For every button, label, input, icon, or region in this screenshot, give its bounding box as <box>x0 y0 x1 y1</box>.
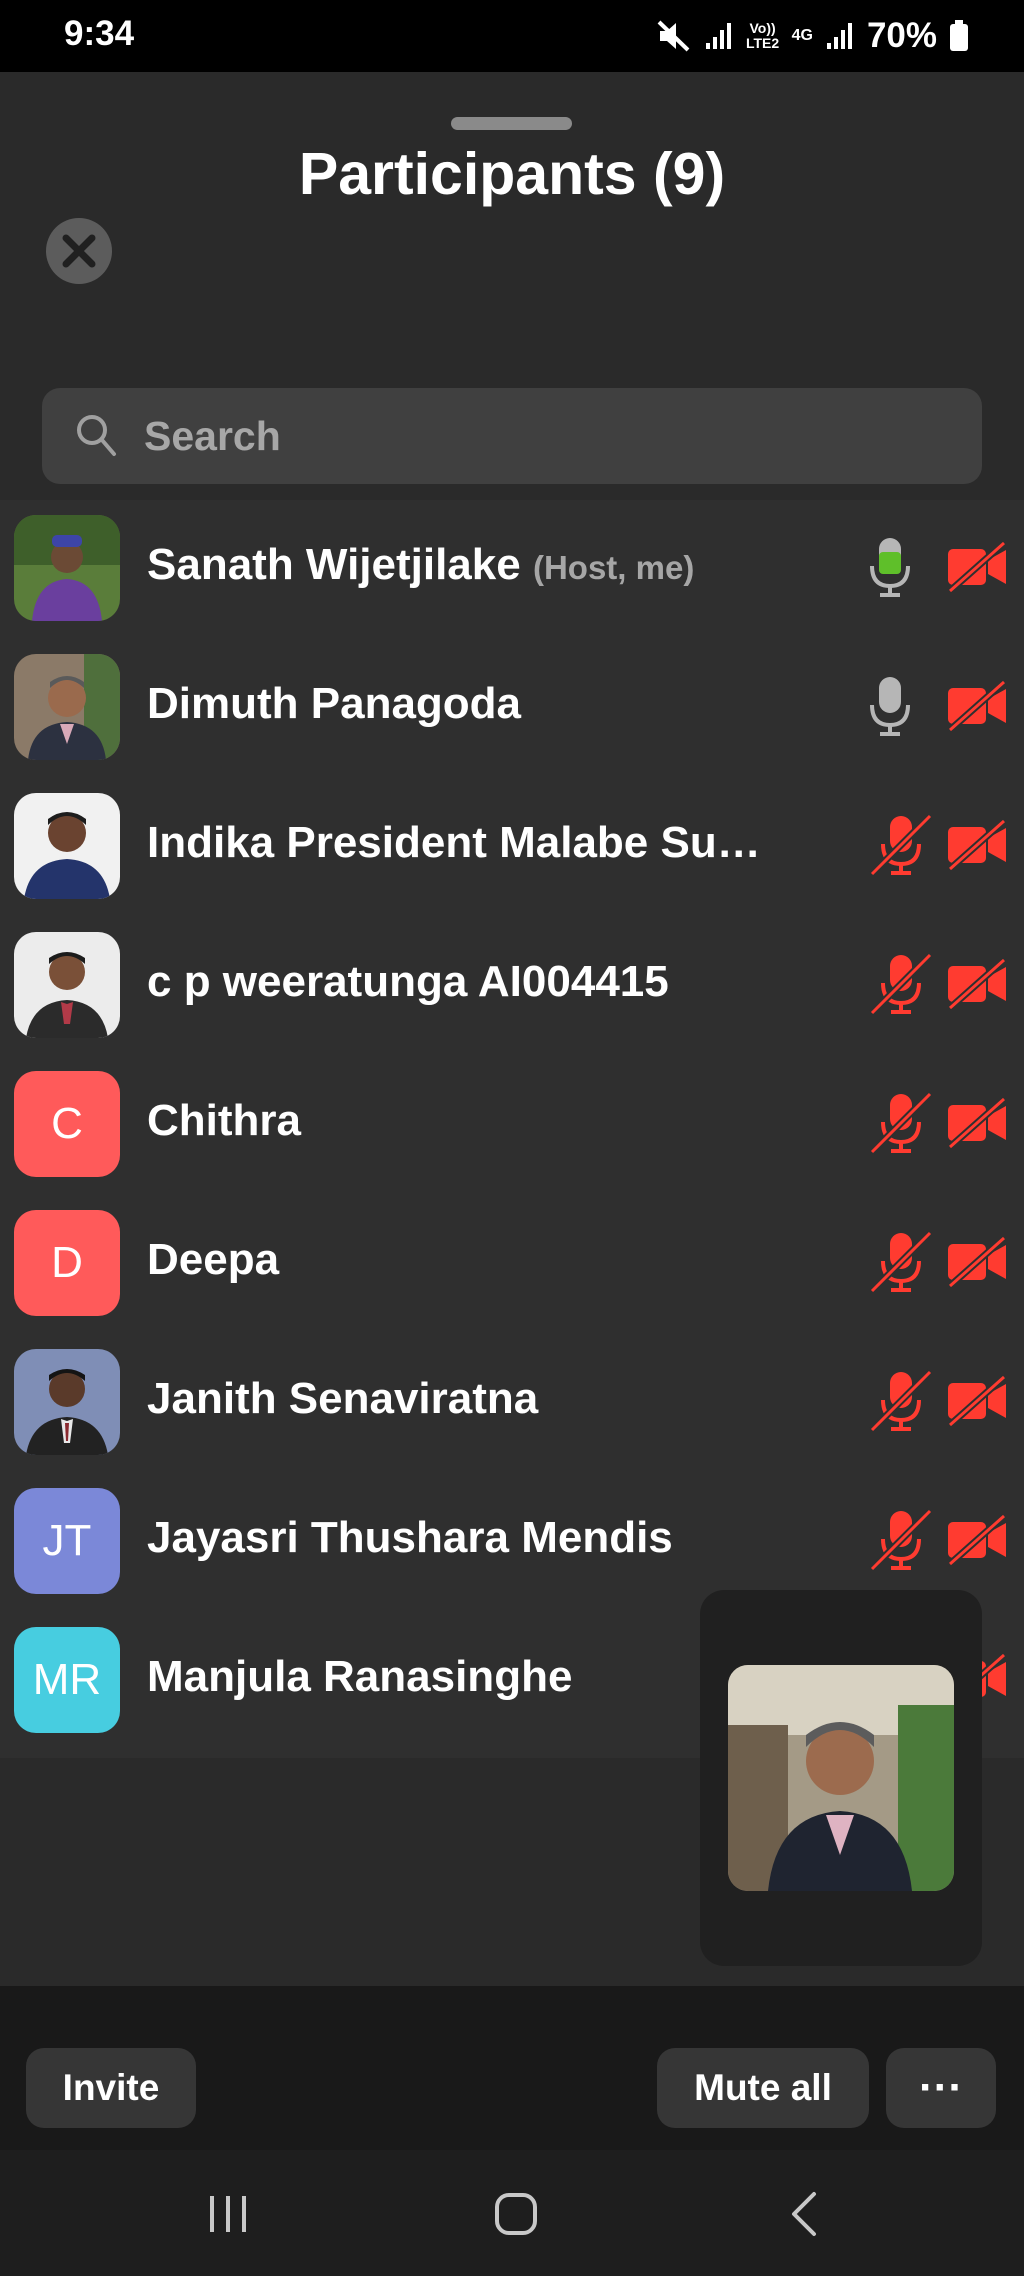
participant-row[interactable]: D Deepa <box>0 1195 1024 1334</box>
search-icon <box>77 415 116 456</box>
avatar-initials: C <box>14 1071 120 1177</box>
participant-name: Jayasri Thushara Mendis <box>147 1513 673 1562</box>
avatar-photo <box>14 654 120 760</box>
signal-icon <box>826 23 852 49</box>
video-off-icon[interactable] <box>946 1098 1008 1148</box>
avatar-photo <box>14 932 120 1038</box>
participant-name-wrap: Indika President Malabe Su… <box>147 818 761 868</box>
mic-muted-icon[interactable] <box>868 1368 934 1434</box>
participant-name-wrap: Deepa <box>147 1235 279 1285</box>
video-off-icon[interactable] <box>946 820 1008 870</box>
mute-icon <box>657 20 689 52</box>
mute-all-button[interactable]: Mute all <box>657 2048 869 2128</box>
network-label-top: Vo)) LTE2 <box>745 20 780 51</box>
avatar <box>14 654 120 760</box>
search-bar[interactable] <box>42 388 982 484</box>
participant-row[interactable]: C Chithra <box>0 1056 1024 1195</box>
participant-name-wrap: Sanath Wijetjilake (Host, me) <box>147 540 694 590</box>
recent-apps-icon[interactable] <box>206 2192 250 2236</box>
bottom-action-bar: Invite Mute all ··· <box>0 1986 1024 2150</box>
status-time: 9:34 <box>64 14 135 53</box>
mic-muted-icon[interactable] <box>868 1229 934 1295</box>
video-off-icon[interactable] <box>946 1237 1008 1287</box>
avatar-photo <box>14 793 120 899</box>
page-title: Participants (9) <box>298 141 726 207</box>
participant-name-wrap: Jayasri Thushara Mendis <box>147 1513 673 1563</box>
participant-row[interactable]: Dimuth Panagoda <box>0 639 1024 778</box>
mic-muted-icon[interactable] <box>868 1090 934 1156</box>
mic-on-icon[interactable] <box>868 673 912 739</box>
avatar-initials: D <box>14 1210 120 1316</box>
self-video-frame <box>728 1665 954 1891</box>
participant-row[interactable]: c p weeratunga AI004415 <box>0 917 1024 1056</box>
participant-name: Dimuth Panagoda <box>147 679 522 728</box>
mic-muted-icon[interactable] <box>868 1507 934 1573</box>
video-off-icon[interactable] <box>946 1376 1008 1426</box>
battery-icon <box>950 20 968 51</box>
status-bar: 9:34 Vo)) LTE2 4G 70% <box>0 0 1024 72</box>
search-input[interactable] <box>144 388 944 484</box>
status-icons: Vo)) LTE2 4G 70% <box>656 16 969 56</box>
back-icon[interactable] <box>786 2190 822 2238</box>
participant-name: Sanath Wijetjilake <box>147 540 521 589</box>
avatar <box>14 1349 120 1455</box>
avatar <box>14 793 120 899</box>
close-icon <box>62 234 96 268</box>
participant-name: c p weeratunga AI004415 <box>147 957 669 1006</box>
participant-name-wrap: Chithra <box>147 1096 301 1146</box>
self-video-thumbnail[interactable] <box>728 1665 954 1891</box>
avatar <box>14 932 120 1038</box>
participant-name: Janith Senaviratna <box>147 1374 539 1423</box>
video-off-icon[interactable] <box>946 959 1008 1009</box>
participant-name: Chithra <box>147 1096 301 1145</box>
participant-name-wrap: c p weeratunga AI004415 <box>147 957 669 1007</box>
battery-percent: 70% <box>866 16 937 55</box>
video-off-icon[interactable] <box>946 542 1008 592</box>
participant-row[interactable]: Janith Senaviratna <box>0 1334 1024 1473</box>
video-off-icon[interactable] <box>946 681 1008 731</box>
participant-name: Deepa <box>147 1235 280 1284</box>
avatar-photo <box>14 1349 120 1455</box>
mic-muted-icon[interactable] <box>868 951 934 1017</box>
participant-row[interactable]: Sanath Wijetjilake (Host, me) <box>0 500 1024 639</box>
participant-name: Indika President Malabe Su… <box>147 818 761 867</box>
participant-name-wrap: Dimuth Panagoda <box>147 679 521 729</box>
network-4g: 4G <box>791 27 813 44</box>
more-options-button[interactable]: ··· <box>886 2048 996 2128</box>
signal-icon <box>705 23 731 49</box>
avatar-initials: MR <box>14 1627 120 1733</box>
participant-row[interactable]: Indika President Malabe Su… <box>0 778 1024 917</box>
system-nav-bar <box>0 2150 1024 2276</box>
drag-handle[interactable] <box>451 117 572 130</box>
participant-name-wrap: Janith Senaviratna <box>147 1374 538 1424</box>
host-tag: (Host, me) <box>532 549 695 586</box>
participant-list: Sanath Wijetjilake (Host, me) Dimuth Pan… <box>0 500 1024 1758</box>
mic-muted-icon[interactable] <box>868 812 934 878</box>
participant-name-wrap: Manjula Ranasinghe <box>147 1652 572 1702</box>
avatar-initials: JT <box>14 1488 120 1594</box>
invite-button[interactable]: Invite <box>26 2048 196 2128</box>
mic-active-icon[interactable] <box>868 534 912 600</box>
network-label: Vo)) LTE2 <box>746 21 780 51</box>
home-icon[interactable] <box>494 2192 538 2236</box>
avatar <box>14 515 120 621</box>
close-button[interactable] <box>46 218 112 284</box>
avatar-photo <box>14 515 120 621</box>
self-view-pip[interactable] <box>700 1590 982 1966</box>
participant-name: Manjula Ranasinghe <box>147 1652 573 1701</box>
video-off-icon[interactable] <box>946 1515 1008 1565</box>
